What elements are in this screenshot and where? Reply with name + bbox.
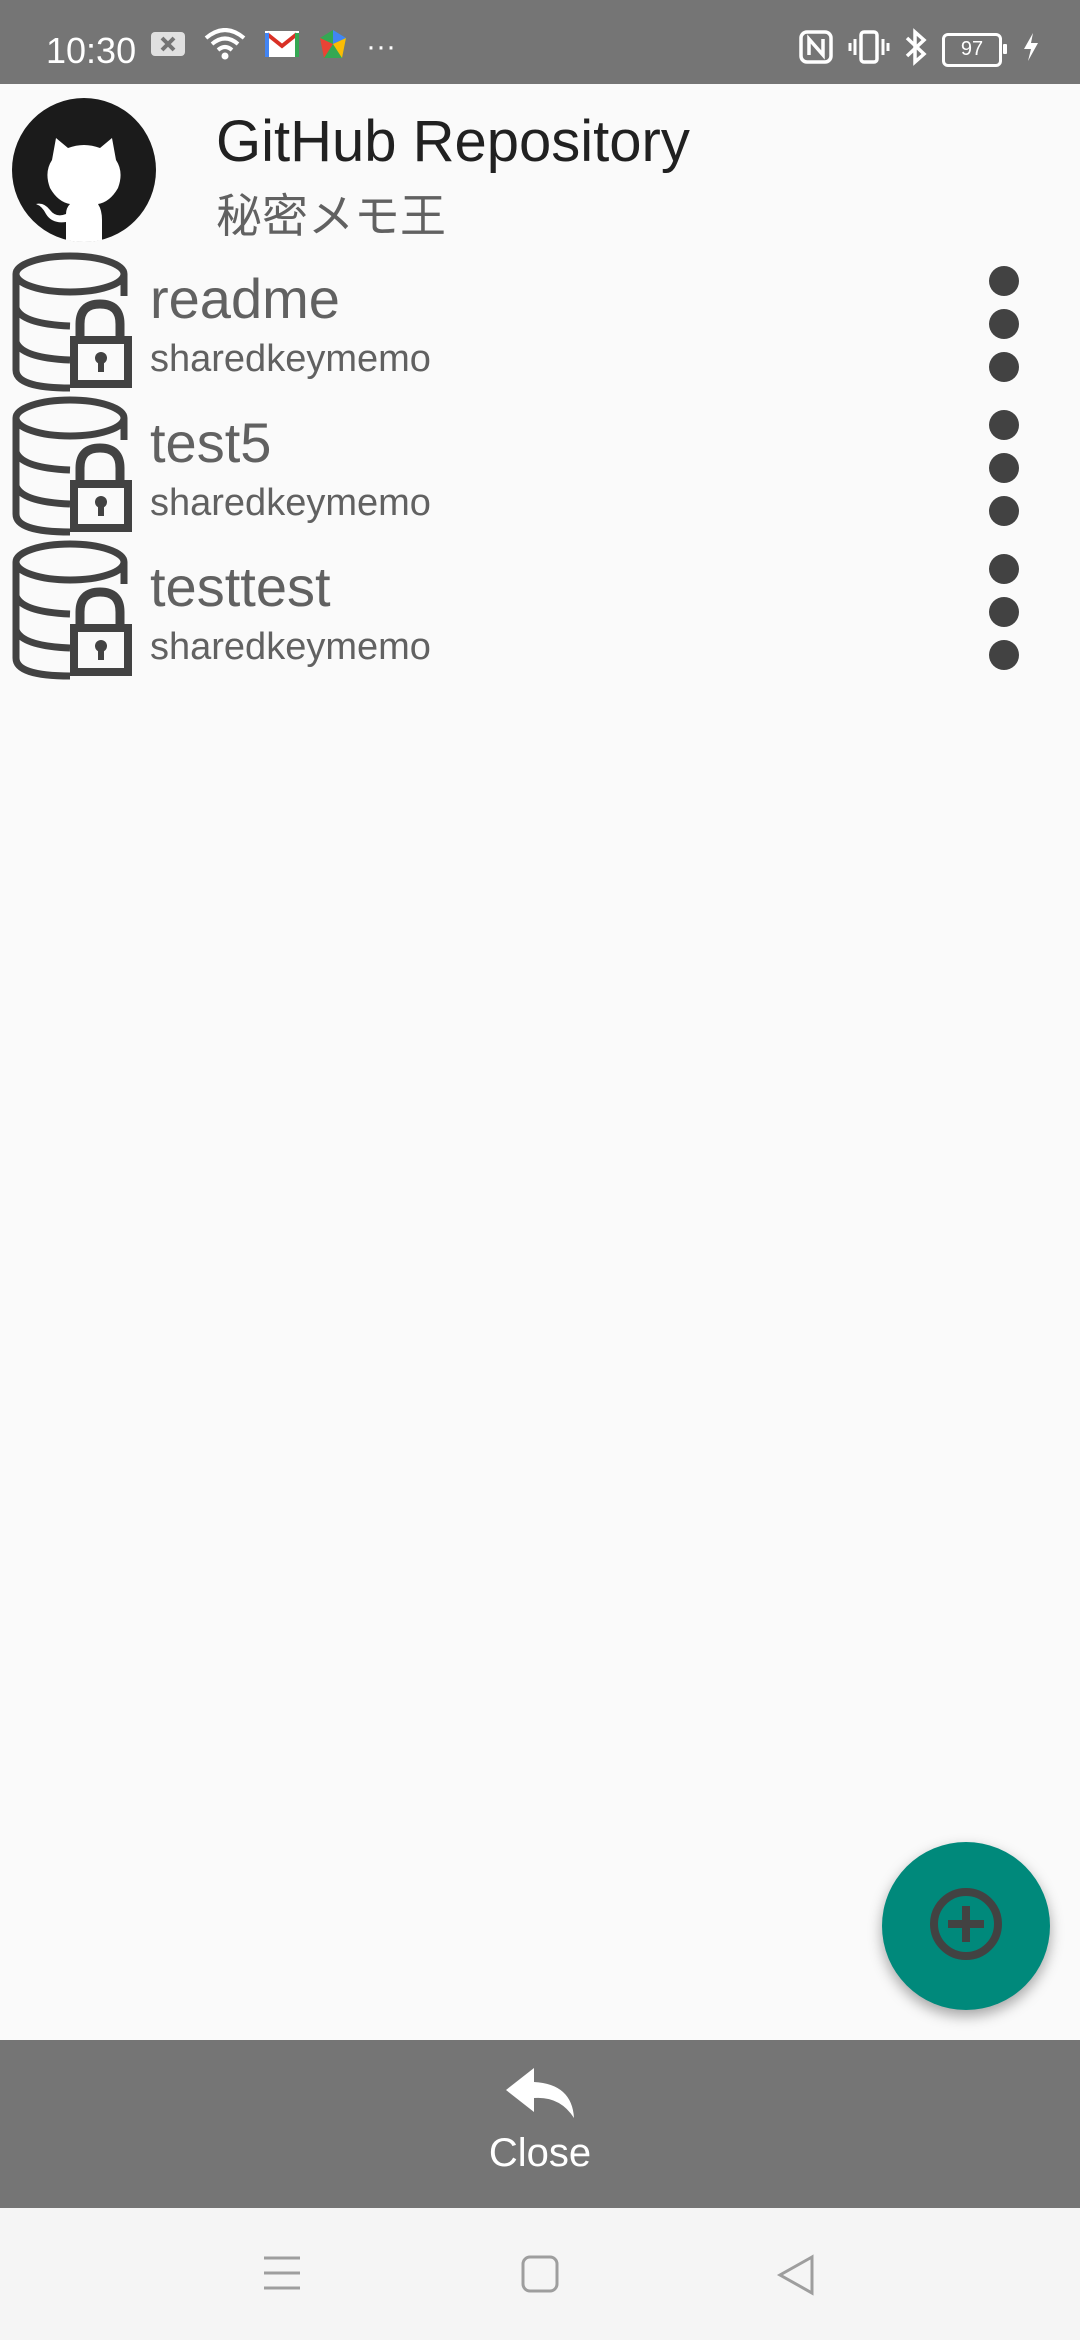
more-vert-icon[interactable] <box>985 266 1025 382</box>
locked-database-icon <box>12 396 148 536</box>
repository-name: test5 <box>150 411 272 474</box>
locked-database-icon <box>12 252 148 392</box>
system-navigation-bar <box>0 2208 1080 2340</box>
repository-description: sharedkeymemo <box>150 626 431 668</box>
more-vert-icon[interactable] <box>985 554 1025 670</box>
repository-list: readme sharedkeymemo test5 sharedkeymemo… <box>0 250 1080 682</box>
nfc-icon <box>798 29 834 70</box>
reply-arrow-icon <box>502 2064 578 2125</box>
github-octocat-icon <box>12 98 156 242</box>
page-subtitle: 秘密メモ王 <box>216 190 446 242</box>
charging-icon <box>1022 32 1040 67</box>
menu-icon[interactable] <box>262 2254 302 2297</box>
add-circle-icon <box>928 1886 1004 1967</box>
bottom-action-bar: Close <box>0 2040 1080 2208</box>
locked-database-icon <box>12 540 148 680</box>
wifi-icon <box>204 28 246 65</box>
repository-description: sharedkeymemo <box>150 482 431 524</box>
bluetooth-icon <box>904 28 928 71</box>
home-square-icon[interactable] <box>520 2254 560 2299</box>
list-item[interactable]: test5 sharedkeymemo <box>0 394 1080 538</box>
back-triangle-icon[interactable] <box>776 2254 816 2301</box>
battery-icon: 97 <box>942 32 1007 67</box>
repository-name: testtest <box>150 555 331 618</box>
more-vert-icon[interactable] <box>985 410 1025 526</box>
repository-name: readme <box>150 267 340 330</box>
vibrate-icon <box>848 29 890 70</box>
status-time: 10:30 <box>46 30 137 71</box>
status-bar: 10:30 ··· 97 <box>0 0 1080 84</box>
gmail-icon <box>264 29 300 64</box>
repository-description: sharedkeymemo <box>150 338 431 380</box>
list-item[interactable]: readme sharedkeymemo <box>0 250 1080 394</box>
close-label: Close <box>488 2131 592 2175</box>
status-left-icons: ··· <box>150 28 396 65</box>
page-title: GitHub Repository <box>216 109 690 174</box>
add-repository-button[interactable] <box>882 1842 1050 2010</box>
app-header: GitHub Repository 秘密メモ王 <box>0 84 1080 244</box>
list-item[interactable]: testtest sharedkeymemo <box>0 538 1080 682</box>
notification-x-icon <box>150 29 186 64</box>
close-button[interactable]: Close <box>440 2064 640 2194</box>
play-games-icon <box>318 28 348 65</box>
status-right-icons: 97 <box>798 28 1040 71</box>
more-notifications-icon: ··· <box>366 29 396 63</box>
